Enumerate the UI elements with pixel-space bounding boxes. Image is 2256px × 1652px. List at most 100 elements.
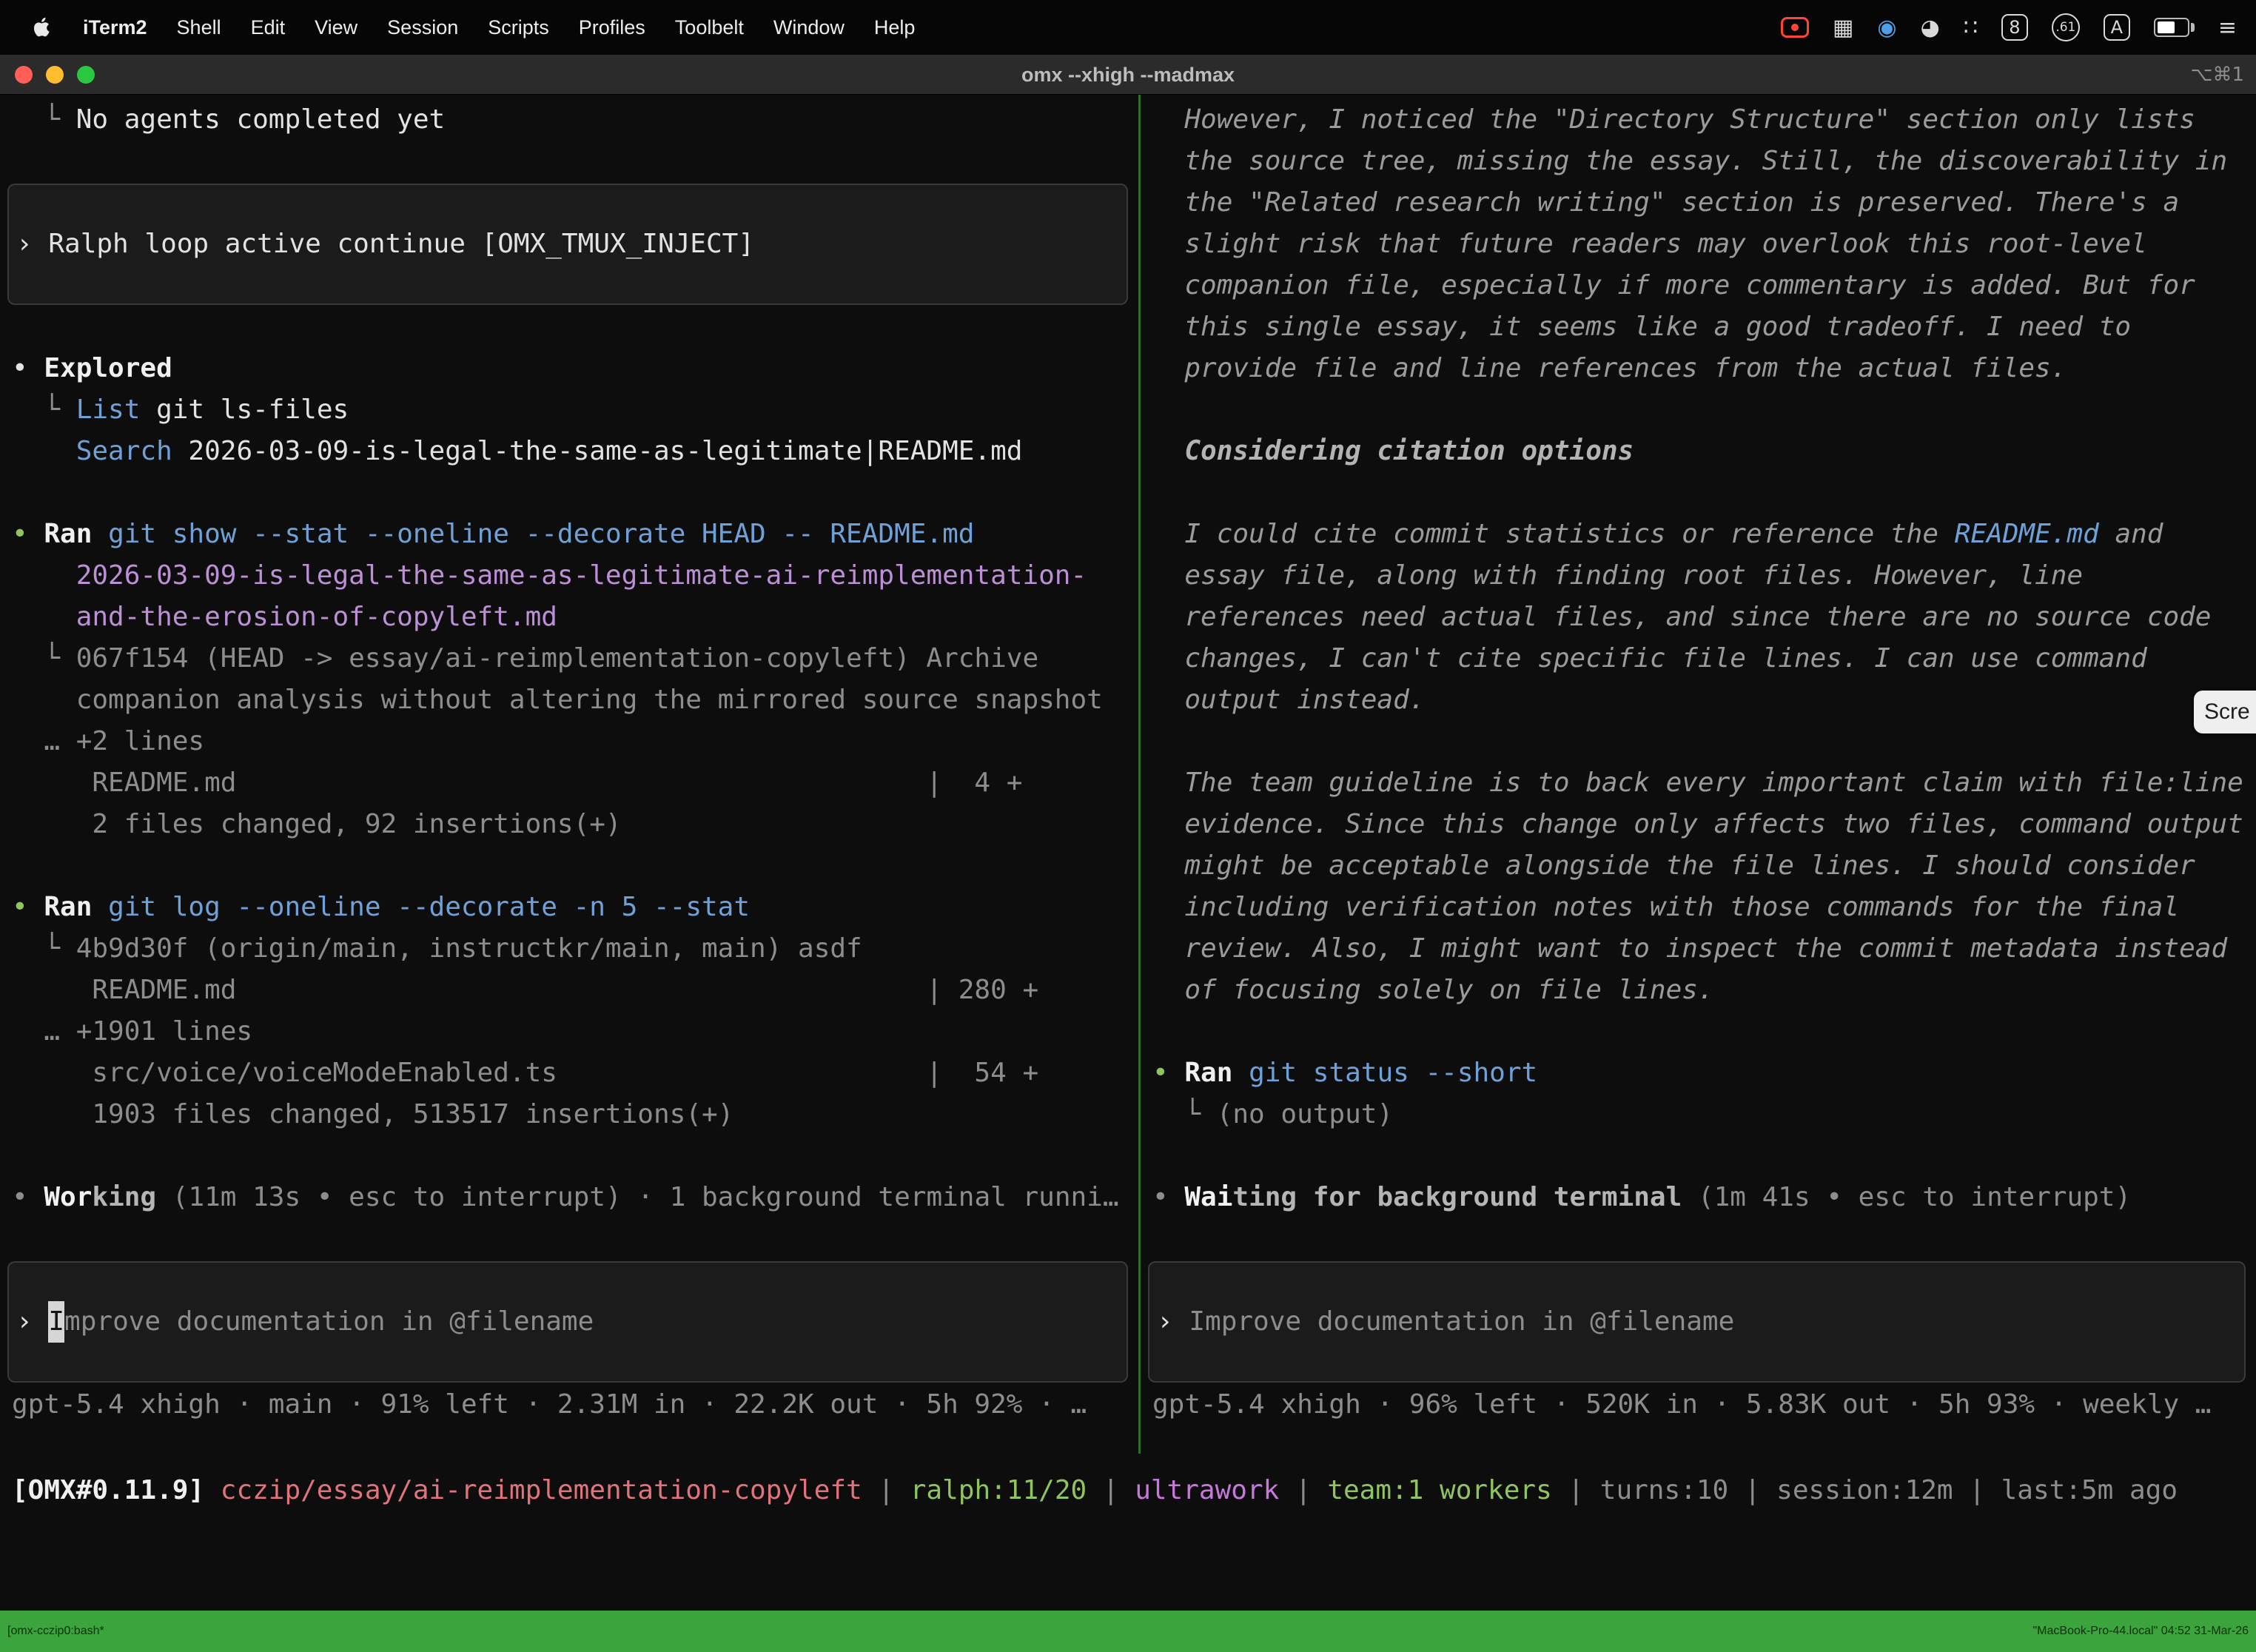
menu-item-session[interactable]: Session	[372, 16, 473, 39]
gauge-61-icon[interactable]: .61	[2052, 13, 2080, 41]
tmux-status-bar: [omx-cczip0:bash* "MacBook-Pro-44.local"…	[0, 1611, 2256, 1652]
terminal-line: • Ran git status --short	[1152, 1052, 2256, 1094]
prompt-input[interactable]: › Improve documentation in @filename	[1148, 1261, 2246, 1383]
terminal-line: references need actual files, and since …	[1152, 597, 2256, 638]
text-segment: •	[12, 519, 44, 549]
terminal-line: • Explored	[12, 348, 1138, 389]
terminal-line: … +1901 lines	[12, 1011, 1138, 1052]
screen-share-overlay[interactable]: Scre	[2194, 691, 2256, 733]
text-segment: git log --oneline --decorate -n 5 --stat	[92, 892, 750, 922]
text-segment: └ 067f154 (HEAD -> essay/ai-reimplementa…	[12, 643, 1038, 674]
text-segment: ralph:11/20	[910, 1475, 1087, 1505]
input-source-icon[interactable]: A	[2104, 14, 2130, 41]
terminal-line: README.md | 280 +	[12, 970, 1138, 1011]
blank-line	[1152, 1135, 2256, 1177]
terminal-line: provide file and line references from th…	[1152, 348, 2256, 389]
tmux-session-label: [omx-cczip0:bash*	[7, 1611, 104, 1652]
menu-item-view[interactable]: View	[300, 16, 372, 39]
window-grid-icon[interactable]: ▦	[1833, 15, 1853, 41]
text-segment: Wor	[44, 1182, 92, 1212]
terminal: └ No agents completed yet› Ralph loop ac…	[0, 95, 2256, 1652]
menu-item-profiles[interactable]: Profiles	[564, 16, 660, 39]
screen-recording-icon[interactable]	[1781, 17, 1809, 38]
text-segment: Explored	[44, 353, 172, 383]
text-segment: Ran	[1184, 1058, 1232, 1088]
battery-nub	[2191, 23, 2195, 32]
terminal-line: of focusing solely on file lines.	[1152, 970, 2256, 1011]
text-segment: |	[1087, 1475, 1135, 1505]
menu-item-edit[interactable]: Edit	[236, 16, 301, 39]
text-segment: essay file, along with finding root file…	[1152, 560, 2083, 591]
terminal-line: • Waiting for background terminal (1m 41…	[1152, 1177, 2256, 1218]
apple-menu-icon[interactable]	[33, 16, 52, 38]
text-segment: README.md	[1955, 519, 2099, 549]
text-segment: the "Related research writing" section i…	[1152, 187, 2179, 218]
terminal-line: I could cite commit statistics or refere…	[1152, 514, 2256, 555]
blank-line	[1152, 721, 2256, 762]
ralph-loop-banner: › Ralph loop active continue [OMX_TMUX_I…	[7, 184, 1128, 305]
window-title-bar: omx --xhigh --madmax ⌥⌘1	[0, 55, 2256, 95]
text-segment: (11m 13s • esc to interrupt) · 1 backgro…	[156, 1182, 1118, 1212]
text-segment: However, I noticed the "Directory Struct…	[1152, 104, 2195, 135]
timer-circle-icon[interactable]: ◕	[1921, 15, 1940, 41]
terminal-line: the source tree, missing the essay. Stil…	[1152, 141, 2256, 182]
terminal-line: might be acceptable alongside the file l…	[1152, 845, 2256, 887]
menu-item-toolbelt[interactable]: Toolbelt	[660, 16, 759, 39]
menu-extra-icon[interactable]: ≡	[2218, 15, 2237, 41]
text-segment: •	[1152, 1058, 1184, 1088]
left-pane[interactable]: └ No agents completed yet› Ralph loop ac…	[0, 99, 1138, 1431]
tmux-host-clock: "MacBook-Pro-44.local" 04:52 31-Mar-26	[2033, 1611, 2249, 1652]
text-segment: git ls-files	[140, 394, 349, 425]
blank-line	[12, 472, 1138, 514]
text-segment: └	[12, 394, 76, 425]
prompt-input[interactable]: › Improve documentation in @filename	[7, 1261, 1128, 1383]
text-segment: README.md | 280 +	[12, 975, 1038, 1005]
text-segment: 1903 files changed, 513517 insertions(+)	[12, 1099, 733, 1129]
text-segment: 2026-03-09-is-legal-the-same-as-legitima…	[172, 436, 1023, 466]
dots-grid-icon[interactable]: ∷	[1964, 15, 1978, 41]
text-segment: slight risk that future readers may over…	[1152, 229, 2147, 259]
text-segment: evidence. Since this change only affects…	[1152, 809, 2243, 839]
terminal-line: └ List git ls-files	[12, 389, 1138, 431]
terminal-line: companion analysis without altering the …	[12, 679, 1138, 721]
right-pane[interactable]: However, I noticed the "Directory Struct…	[1141, 99, 2256, 1431]
text-segment: README.md | 4 +	[12, 768, 1022, 798]
menu-item-scripts[interactable]: Scripts	[473, 16, 564, 39]
text-segment: output instead.	[1152, 685, 1425, 715]
terminal-line: gpt-5.4 xhigh · main · 91% left · 2.31M …	[12, 1384, 1138, 1426]
terminal-line: └ 067f154 (HEAD -> essay/ai-reimplementa…	[12, 638, 1138, 679]
text-segment	[12, 436, 76, 466]
menu-item-window[interactable]: Window	[759, 16, 859, 39]
text-segment: Improve documentation in @filename	[1189, 1301, 1734, 1343]
record-dot	[1791, 24, 1799, 31]
text-segment: companion file, especially if more comme…	[1152, 270, 2195, 300]
battery-icon[interactable]	[2154, 18, 2195, 37]
battery-fill	[2158, 21, 2175, 33]
text-segment: review. Also, I might want to inspect th…	[1152, 933, 2227, 964]
blue-orb-icon[interactable]: ◉	[1877, 15, 1896, 41]
text-segment: gpt-5.4 xhigh · main · 91% left · 2.31M …	[12, 1389, 1087, 1420]
text-segment: git show --stat --oneline --decorate HEA…	[92, 519, 974, 549]
terminal-line: essay file, along with finding root file…	[1152, 555, 2256, 597]
keycap-8-icon[interactable]: 8	[2001, 14, 2028, 41]
blank-line	[1152, 472, 2256, 514]
terminal-line: └ (no output)	[1152, 1094, 2256, 1135]
blank-line	[12, 141, 1138, 182]
text-segment: Ran	[44, 519, 92, 549]
terminal-line: Search 2026-03-09-is-legal-the-same-as-l…	[12, 431, 1138, 472]
window-shortcut-badge: ⌥⌘1	[2190, 55, 2244, 95]
text-segment: Search	[76, 436, 172, 466]
battery-body	[2154, 18, 2189, 37]
text-segment: List	[76, 394, 141, 425]
text-segment: 2 files changed, 92 insertions(+)	[12, 809, 622, 839]
text-segment: 2026-03-09-is-legal-the-same-as-legitima…	[12, 560, 1087, 591]
window-title: omx --xhigh --madmax	[0, 55, 2256, 95]
text-segment: might be acceptable alongside the file l…	[1152, 850, 2195, 881]
menu-item-help[interactable]: Help	[859, 16, 930, 39]
text-segment: └	[12, 104, 76, 135]
terminal-line: gpt-5.4 xhigh · 96% left · 520K in · 5.8…	[1152, 1384, 2256, 1426]
blank-line	[12, 306, 1138, 348]
menu-item-iterm2[interactable]: iTerm2	[68, 16, 162, 39]
menu-item-shell[interactable]: Shell	[162, 16, 236, 39]
terminal-line: └ 4b9d30f (origin/main, instructkr/main,…	[12, 928, 1138, 970]
